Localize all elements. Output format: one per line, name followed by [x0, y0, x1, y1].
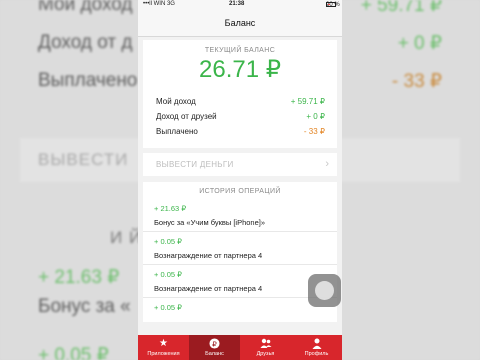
bg-bar-text: ВЫВЕСТИ: [38, 150, 129, 169]
bg-row-value: + 0 ₽: [397, 33, 442, 54]
tab-balance[interactable]: ₽ Баланс: [189, 335, 240, 360]
clock: 21:38: [229, 1, 245, 7]
history-title: ИСТОРИЯ ОПЕРАЦИЙ: [199, 188, 281, 195]
paid-out-value: - 33 ₽: [303, 127, 325, 136]
bg-op-amount: + 21.63 ₽: [38, 267, 120, 288]
friends-income-value: + 0 ₽: [306, 112, 325, 121]
operation-amount: + 0.05 ₽: [154, 237, 182, 246]
svg-text:₽: ₽: [212, 339, 217, 348]
tab-label: Приложения: [147, 351, 180, 357]
bg-row-label: Доход от д: [38, 32, 133, 53]
withdraw-button[interactable]: ВЫВЕСТИ ДЕНЬГИ ›: [143, 153, 337, 176]
ruble-icon: ₽: [189, 338, 240, 350]
bg-row-label: Мой доход: [38, 0, 133, 15]
person-icon: [291, 338, 342, 350]
list-item: + 0.05 ₽: [143, 298, 337, 331]
income-label: Мой доход: [156, 97, 196, 106]
tab-friends[interactable]: Друзья: [240, 335, 291, 360]
balance-title: ТЕКУЩИЙ БАЛАНС: [204, 47, 276, 54]
tab-label: Профиль: [304, 351, 329, 357]
battery-icon: [326, 2, 336, 7]
navigation-bar: Баланс: [138, 10, 342, 37]
bg-op-desc: Бонус за «: [38, 296, 131, 317]
assistive-touch-button[interactable]: [308, 274, 341, 307]
list-item: + 0.05 ₽ Вознаграждение от партнера 4: [143, 232, 337, 265]
balance-breakdown: Мой доход + 59.71 ₽ Доход от друзей + 0 …: [143, 94, 337, 139]
friends-income-label: Доход от друзей: [156, 112, 217, 121]
bg-row-label: Выплачено: [38, 70, 138, 91]
page-title: Баланс: [224, 18, 256, 28]
battery-indicator: 20 %: [326, 1, 340, 8]
income-row: Мой доход + 59.71 ₽: [143, 94, 337, 109]
chevron-right-icon: ›: [325, 158, 329, 170]
star-icon: ★: [159, 338, 168, 349]
paid-out-row: Выплачено - 33 ₽: [143, 124, 337, 139]
tab-label: Друзья: [256, 351, 275, 357]
status-bar: •••ll WIN 3G 21:38 20 %: [138, 0, 342, 10]
tab-bar: ★ Приложения ₽ Баланс Друзья Профиль: [138, 335, 342, 360]
operation-amount: + 21.63 ₽: [154, 204, 187, 213]
income-value: + 59.71 ₽: [290, 97, 325, 106]
paid-out-label: Выплачено: [156, 127, 198, 136]
operation-description: Вознаграждение от партнера 4: [154, 251, 263, 260]
bg-op-amount: + 0.05 ₽: [38, 345, 109, 360]
friends-income-row: Доход от друзей + 0 ₽: [143, 109, 337, 124]
tab-profile[interactable]: Профиль: [291, 335, 342, 360]
balance-amount: 26.71 ₽: [199, 56, 281, 83]
friends-icon: [240, 338, 291, 350]
bg-row-value: - 33 ₽: [391, 71, 442, 92]
carrier-label: •••ll WIN 3G: [143, 1, 175, 7]
balance-card: ТЕКУЩИЙ БАЛАНС 26.71 ₽ Мой доход + 59.71…: [143, 40, 337, 148]
withdraw-label: ВЫВЕСТИ ДЕНЬГИ: [156, 160, 234, 169]
tab-apps[interactable]: ★ Приложения: [138, 335, 189, 360]
operation-description: Бонус за «Учим буквы [iPhone]»: [154, 218, 266, 227]
bg-row-value: + 59.71 ₽: [360, 0, 442, 16]
tab-label: Баланс: [205, 351, 224, 357]
list-item: + 21.63 ₽ Бонус за «Учим буквы [iPhone]»: [143, 199, 337, 232]
